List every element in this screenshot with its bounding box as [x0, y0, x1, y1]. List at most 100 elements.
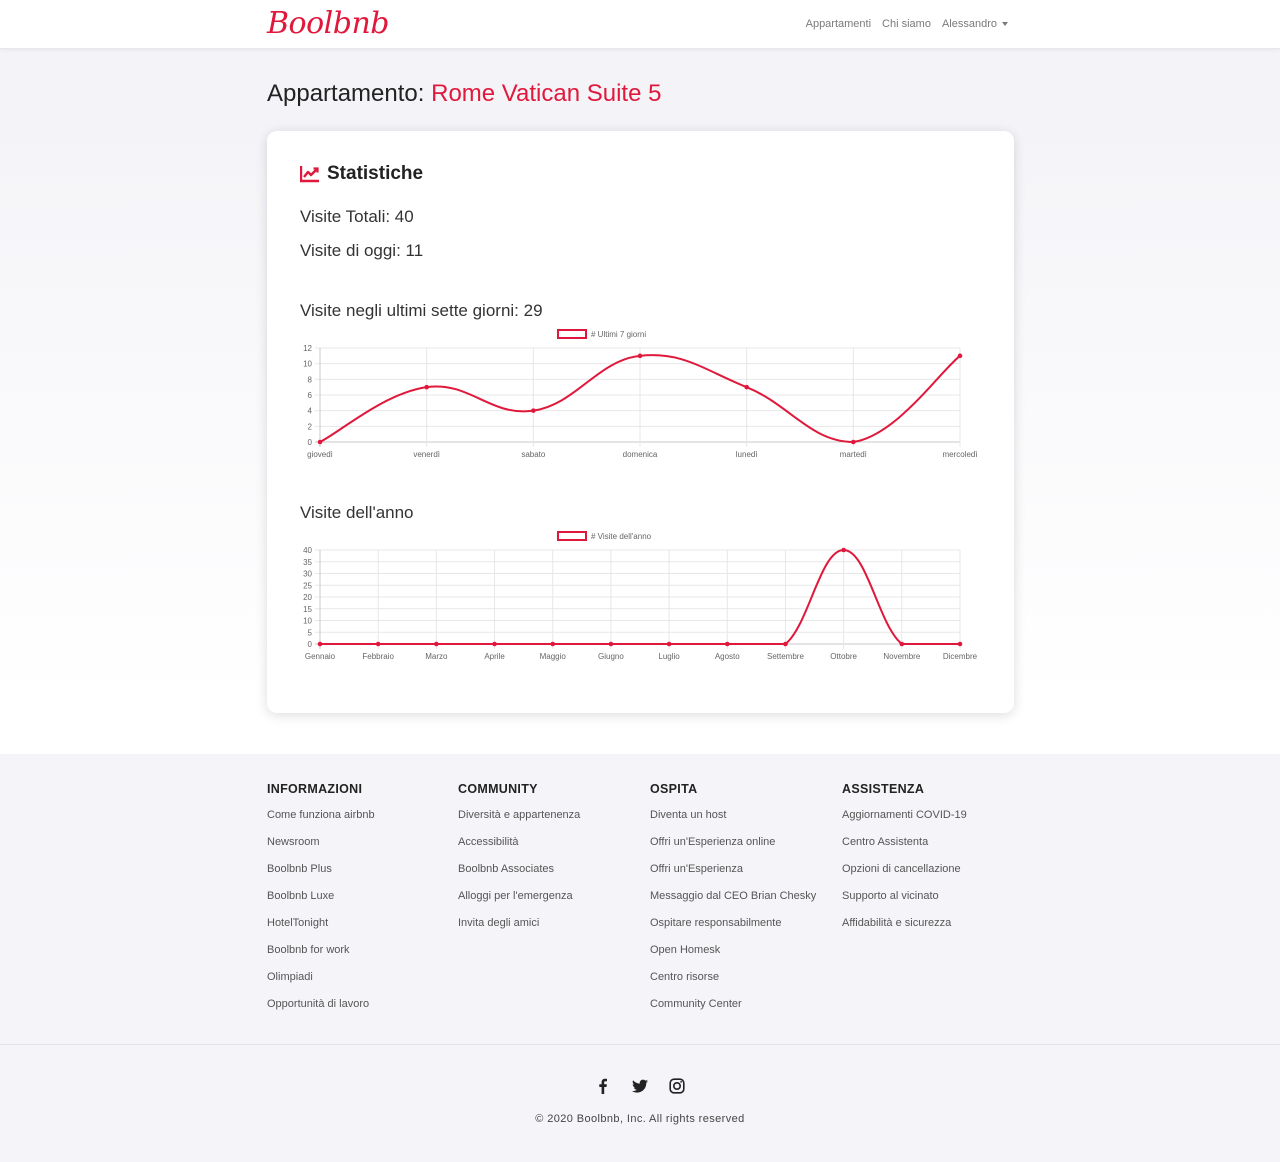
x-tick-label: Novembre: [883, 652, 920, 661]
footer-column-title: ASSISTENZA: [842, 782, 925, 796]
footer-link[interactable]: Centro risorse: [650, 970, 816, 997]
footer-link[interactable]: Invita degli amici: [458, 916, 580, 943]
data-point[interactable]: [531, 408, 536, 413]
y-tick-label: 40: [303, 546, 312, 555]
x-tick-label: Maggio: [540, 652, 567, 661]
yearly-visits-chart: # Visite dell'anno 0 5 10 15 20 25 30 35 40 Gennai…: [303, 531, 978, 661]
y-tick-label: 20: [303, 593, 312, 602]
stats-card: Statistiche Visite Totali: 40 Visite di …: [267, 131, 1014, 713]
footer-link[interactable]: Affidabilità e sicurezza: [842, 916, 967, 943]
footer-link[interactable]: Centro Assistenta: [842, 835, 967, 862]
footer-link[interactable]: Boolbnb for work: [267, 943, 375, 970]
x-tick-label: sabato: [521, 450, 546, 459]
y-tick-label: 0: [308, 438, 313, 447]
data-point[interactable]: [957, 641, 963, 647]
footer-column-title: COMMUNITY: [458, 782, 538, 796]
legend-label: # Ultimi 7 giorni: [591, 330, 646, 339]
y-tick-label: 12: [303, 344, 312, 353]
x-tick-label: martedì: [840, 450, 867, 459]
footer-link[interactable]: Offri un'Esperienza: [650, 862, 816, 889]
y-tick-label: 15: [303, 605, 312, 614]
chevron-down-icon: [1002, 22, 1008, 27]
footer-link[interactable]: Boolbnb Associates: [458, 862, 580, 889]
footer-link[interactable]: HotelTonight: [267, 916, 375, 943]
footer-link[interactable]: Offri un'Esperienza online: [650, 835, 816, 862]
user-menu[interactable]: Alessandro: [942, 18, 1008, 30]
stats-header: Statistiche: [300, 163, 423, 185]
footer-link[interactable]: Boolbnb Luxe: [267, 889, 375, 916]
footer-link[interactable]: Alloggi per l'emergenza: [458, 889, 580, 916]
y-tick-label: 10: [303, 360, 312, 369]
weekly-visits-chart: # Ultimi 7 giorni 0 2 4 6 8 10 12 giovedì venerdì…: [303, 329, 978, 459]
data-point[interactable]: [492, 641, 497, 647]
page-title: Appartamento: Rome Vatican Suite 5: [267, 80, 661, 108]
y-tick-label: 0: [308, 640, 313, 649]
footer-column: ASSISTENZA Aggiornamenti COVID-19 Centro A…: [842, 782, 967, 943]
x-tick-label: Luglio: [658, 652, 680, 661]
instagram-icon[interactable]: [669, 1078, 685, 1094]
nav-chi-siamo[interactable]: Chi siamo: [882, 18, 931, 30]
data-point[interactable]: [317, 641, 323, 647]
apartment-name: Rome Vatican Suite 5: [431, 80, 662, 107]
x-tick-label: Febbraio: [362, 652, 394, 661]
footer-divider: [0, 1044, 1280, 1045]
user-name: Alessandro: [941, 18, 997, 30]
yearly-chart-title: Visite dell'anno: [300, 503, 414, 522]
footer-link[interactable]: Opportunità di lavoro: [267, 997, 375, 1024]
footer-column: OSPITA Diventa un host Offri un'Esperienza…: [650, 782, 816, 1024]
data-point[interactable]: [637, 353, 643, 359]
x-tick-label: mercoledì: [942, 450, 977, 459]
x-tick-label: Dicembre: [943, 652, 978, 661]
chart-line-icon: [300, 166, 319, 183]
data-point[interactable]: [434, 641, 439, 647]
x-tick-label: Aprile: [484, 652, 505, 661]
footer-link[interactable]: Olimpiadi: [267, 970, 375, 997]
data-point[interactable]: [317, 439, 323, 445]
footer-link[interactable]: Newsroom: [267, 835, 375, 862]
data-point[interactable]: [744, 384, 749, 390]
data-point[interactable]: [724, 641, 730, 647]
data-point[interactable]: [375, 641, 381, 647]
data-point[interactable]: [608, 641, 614, 647]
footer-link[interactable]: Open Homesk: [650, 943, 816, 970]
footer-link[interactable]: Messaggio dal CEO Brian Chesky: [650, 889, 816, 916]
footer-link[interactable]: Come funziona airbnb: [267, 808, 375, 835]
footer-link[interactable]: Opzioni di cancellazione: [842, 862, 967, 889]
brand-logo[interactable]: Boolbnb: [267, 6, 390, 41]
footer-link[interactable]: Diventa un host: [650, 808, 816, 835]
data-point[interactable]: [957, 353, 963, 359]
nav-appartamenti[interactable]: Appartamenti: [806, 18, 871, 30]
y-tick-label: 5: [308, 628, 313, 637]
social-links: [595, 1078, 685, 1094]
y-tick-label: 6: [308, 391, 313, 400]
footer-link[interactable]: Community Center: [650, 997, 816, 1024]
data-point[interactable]: [841, 547, 846, 553]
x-tick-label: domenica: [623, 450, 658, 459]
footer-link[interactable]: Supporto al vicinato: [842, 889, 967, 916]
footer-link[interactable]: Aggiornamenti COVID-19: [842, 808, 967, 835]
data-point[interactable]: [666, 641, 672, 647]
data-point[interactable]: [783, 641, 788, 647]
data-point[interactable]: [899, 641, 905, 647]
x-tick-label: Giugno: [598, 652, 624, 661]
footer-link[interactable]: Diversità e appartenenza: [458, 808, 580, 835]
x-tick-label: lunedì: [736, 450, 758, 459]
y-tick-label: 25: [303, 581, 312, 590]
y-tick-label: 10: [303, 617, 312, 626]
twitter-icon[interactable]: [632, 1078, 648, 1094]
x-tick-label: venerdì: [413, 450, 440, 459]
footer-link[interactable]: Boolbnb Plus: [267, 862, 375, 889]
footer-column-title: OSPITA: [650, 782, 698, 796]
data-point[interactable]: [424, 384, 429, 390]
data-point[interactable]: [550, 641, 556, 647]
facebook-icon[interactable]: [595, 1078, 611, 1094]
title-prefix: Appartamento:: [267, 80, 425, 107]
today-visits: Visite di oggi: 11: [300, 241, 424, 260]
y-tick-label: 2: [308, 422, 313, 431]
data-point[interactable]: [851, 439, 856, 445]
footer-link[interactable]: Accessibilità: [458, 835, 580, 862]
x-tick-label: Marzo: [425, 652, 448, 661]
x-tick-label: giovedì: [307, 450, 333, 459]
navbar: Boolbnb Appartamenti Chi siamo Alessandr…: [0, 0, 1280, 49]
footer-link[interactable]: Ospitare responsabilmente: [650, 916, 816, 943]
